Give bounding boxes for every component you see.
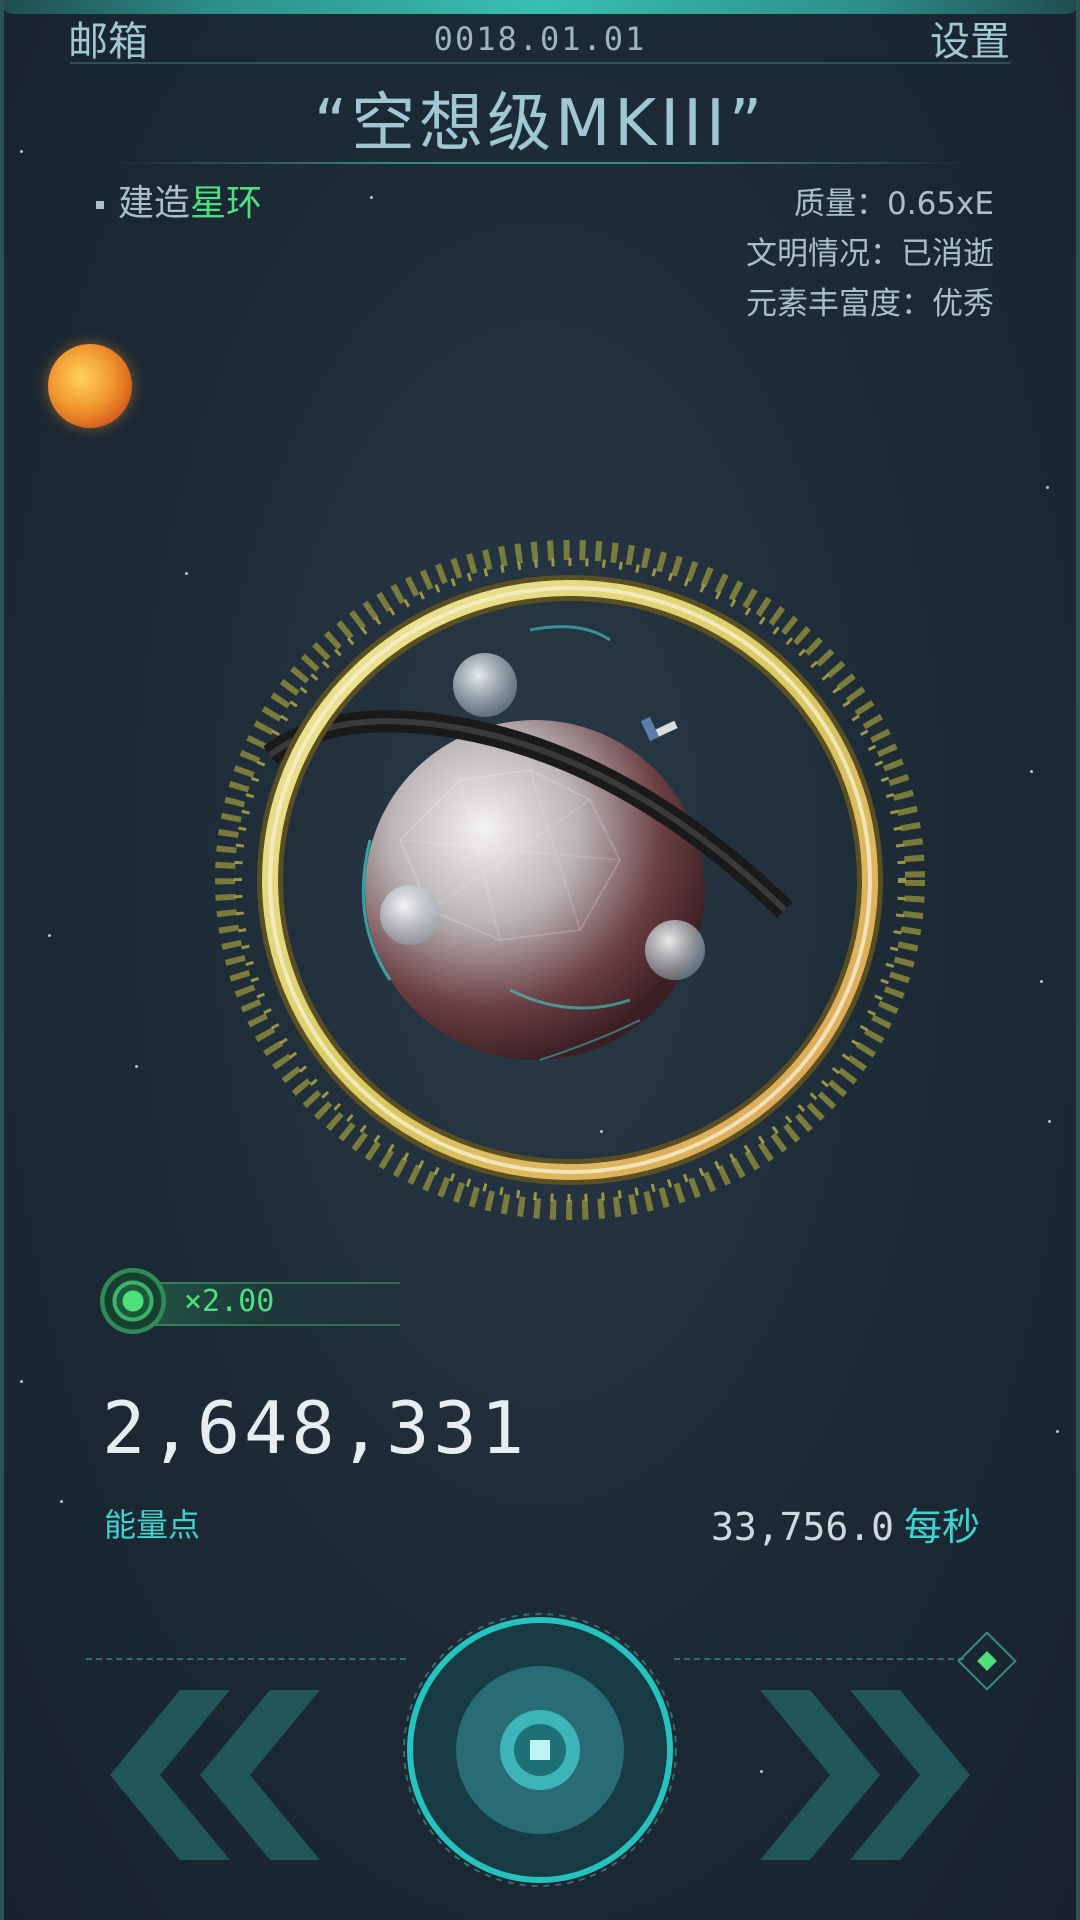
build-prefix: 建造	[118, 183, 191, 224]
multiplier-knob-icon[interactable]	[100, 1268, 166, 1334]
double-chevron-right-icon	[760, 1690, 970, 1860]
planet-illustration	[215, 540, 925, 1220]
game-screen: 邮箱 0018.01.01 设置 “空想级MKIII” 建造星环 质量：0.65…	[0, 0, 1080, 1920]
build-task[interactable]: 建造星环	[96, 182, 262, 226]
energy-points-value: 2,648,331	[102, 1386, 529, 1470]
settings-button[interactable]: 设置	[930, 14, 1010, 70]
energy-rate-unit: 每秒	[903, 1505, 980, 1549]
center-action-button[interactable]	[400, 1610, 680, 1890]
indicator-dot	[977, 1651, 997, 1671]
right-dashed-line	[674, 1658, 964, 1660]
planet-name: “空想级MKIII”	[313, 87, 767, 161]
sun-icon[interactable]	[48, 344, 132, 428]
left-frame-edge	[0, 0, 4, 1920]
left-dashed-line	[86, 1658, 406, 1660]
energy-points-label: 能量点	[104, 1506, 201, 1544]
previous-planet-button[interactable]	[100, 1690, 320, 1860]
top-frame-bar	[0, 0, 1080, 14]
header-divider	[70, 62, 1010, 64]
right-frame-edge	[1076, 0, 1080, 1920]
planet-mass: 质量：0.65xE	[794, 186, 994, 222]
stop-square-icon	[530, 1740, 550, 1760]
build-target: 星环	[190, 183, 263, 224]
energy-rate-value: 33,756.0	[710, 1505, 894, 1549]
double-chevron-left-icon	[110, 1690, 320, 1860]
center-button-graphic	[403, 1613, 677, 1887]
game-date: 0018.01.01	[433, 20, 647, 58]
element-abundance: 元素丰富度：优秀	[746, 286, 994, 322]
multiplier-text: ×2.00	[184, 1284, 275, 1319]
civilization-status: 文明情况：已消逝	[746, 236, 994, 272]
next-planet-button[interactable]	[760, 1690, 980, 1860]
energy-rate: 33,756.0 每秒	[711, 1496, 980, 1551]
bullet-icon	[96, 201, 104, 209]
planet-with-ring[interactable]	[200, 480, 940, 1260]
planet-name-underline	[110, 162, 970, 164]
satellite	[640, 716, 678, 742]
speed-multiplier[interactable]: ×2.00	[100, 1268, 400, 1334]
